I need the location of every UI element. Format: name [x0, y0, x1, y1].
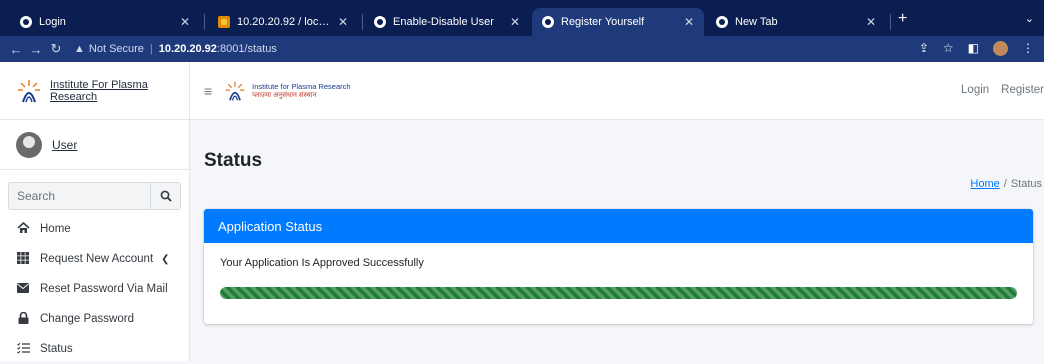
list-check-icon [16, 342, 30, 357]
register-link[interactable]: Register [1001, 84, 1044, 96]
sidebar-brand-link[interactable]: Institute For Plasma Research [50, 79, 189, 103]
sidebar-item-label: Request New Account [40, 253, 154, 265]
reload-icon[interactable]: ↻ [46, 41, 66, 57]
user-panel: User [0, 120, 189, 170]
tab-login[interactable]: Login ✕ [10, 8, 200, 36]
main-content: Status Home / Status Application Status Yo… [190, 120, 1044, 361]
sidebar-item-status[interactable]: Status [0, 334, 189, 364]
tab-title: Register Yourself [561, 16, 645, 28]
side-panel-icon[interactable]: ◧ [968, 41, 979, 56]
logo-text-english: Institute for Plasma Research [252, 81, 351, 91]
sidebar-item-change-password[interactable]: Change Password [0, 304, 189, 334]
page-title: Status [204, 150, 263, 171]
sidebar-item-reset-password[interactable]: Reset Password Via Mail [0, 274, 189, 304]
bookmark-star-icon[interactable]: ☆ [943, 41, 954, 56]
url-path: :8001/status [216, 43, 277, 55]
avatar [16, 131, 42, 158]
close-icon[interactable]: ✕ [684, 15, 694, 29]
kebab-menu-icon[interactable]: ⋮ [1022, 41, 1034, 56]
user-link[interactable]: User [52, 138, 77, 152]
card-body: Your Application Is Approved Successfull… [204, 243, 1033, 313]
sidebar: Institute For Plasma Research User Home [0, 62, 190, 361]
close-icon[interactable]: ✕ [866, 15, 876, 29]
url-host: 10.20.20.92 [158, 43, 217, 55]
tab-title: New Tab [735, 16, 778, 28]
sidebar-nav: Home Request New Account ❮ Reset Passwor… [0, 214, 189, 364]
globe-icon [20, 16, 32, 28]
sidebar-search [8, 182, 181, 210]
sidebar-item-label: Home [40, 223, 71, 235]
forward-arrow-icon[interactable]: → [26, 42, 46, 57]
tab-new-tab[interactable]: New Tab ✕ [706, 8, 886, 36]
sidebar-item-label: Reset Password Via Mail [40, 283, 168, 295]
close-icon[interactable]: ✕ [338, 15, 348, 29]
tab-title: Enable-Disable User [393, 16, 494, 28]
top-navbar: ≡ Institute for Plasma Research प्लाज़्म… [190, 62, 1044, 120]
url-field[interactable]: ▲ Not Secure | 10.20.20.92 :8001/status [74, 43, 277, 55]
sidebar-item-home[interactable]: Home [0, 214, 189, 244]
tab-register-yourself[interactable]: Register Yourself ✕ [532, 8, 704, 36]
web-page: Institute For Plasma Research User Home [0, 62, 1044, 361]
breadcrumb-home-link[interactable]: Home [970, 178, 999, 190]
lock-icon [16, 311, 30, 327]
ipr-logo-icon [225, 81, 245, 101]
login-link[interactable]: Login [961, 84, 989, 96]
card-header: Application Status [204, 209, 1033, 243]
back-arrow-icon[interactable]: ← [6, 42, 26, 57]
status-progress-bar [220, 287, 1017, 299]
tab-phpmyadmin[interactable]: 10.20.20.92 / localhost / larave ✕ [208, 8, 358, 36]
breadcrumb: Home / Status [970, 178, 1042, 190]
tab-enable-disable-user[interactable]: Enable-Disable User ✕ [364, 8, 530, 36]
header-logo[interactable]: Institute for Plasma Research प्लाज़्मा … [224, 80, 351, 102]
hamburger-menu-icon[interactable]: ≡ [204, 83, 212, 99]
logo-text-hindi: प्लाज़्मा अनुसंधान संस्थान [252, 91, 317, 99]
close-icon[interactable]: ✕ [180, 15, 190, 29]
globe-icon [542, 16, 554, 28]
breadcrumb-current: Status [1010, 178, 1042, 190]
chrome-icon [716, 16, 728, 28]
status-message: Your Application Is Approved Successfull… [220, 257, 424, 269]
application-status-card: Application Status Your Application Is A… [204, 209, 1033, 324]
home-icon [16, 221, 30, 237]
grid-icon [16, 251, 30, 267]
search-input[interactable] [9, 183, 150, 209]
envelope-icon [16, 282, 30, 296]
phpmyadmin-icon [218, 16, 230, 28]
tab-title: 10.20.20.92 / localhost / larave [237, 16, 332, 28]
close-icon[interactable]: ✕ [510, 15, 520, 29]
sidebar-brand: Institute For Plasma Research [0, 62, 189, 120]
browser-tab-bar: Login ✕ 10.20.20.92 / localhost / larave… [0, 0, 1044, 36]
ipr-logo-icon [18, 79, 40, 102]
sidebar-item-label: Change Password [40, 313, 134, 325]
warning-icon: ▲ [74, 43, 85, 55]
profile-avatar-icon[interactable] [993, 41, 1008, 56]
tab-search-chevron-icon[interactable]: ⌄ [1025, 12, 1034, 25]
progress-track [220, 287, 1017, 299]
new-tab-plus-icon[interactable]: + [898, 10, 907, 28]
search-icon[interactable] [150, 183, 180, 209]
address-bar: ← → ↻ ▲ Not Secure | 10.20.20.92 :8001/s… [0, 36, 1044, 62]
chevron-left-icon: ❮ [161, 253, 170, 265]
globe-icon [374, 16, 386, 28]
sidebar-item-label: Status [40, 343, 73, 355]
sidebar-item-request-new-account[interactable]: Request New Account ❮ [0, 244, 189, 274]
security-label: Not Secure [88, 43, 144, 55]
tab-title: Login [39, 16, 66, 28]
share-icon[interactable]: ⇪ [919, 41, 929, 56]
